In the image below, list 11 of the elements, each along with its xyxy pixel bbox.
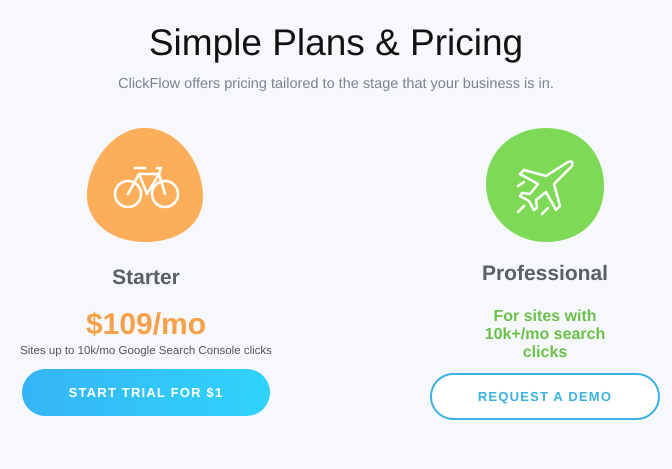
airplane-icon: [516, 160, 574, 216]
plan-description: Sites up to 10k/mo Google Search Console clicks: [20, 345, 272, 357]
page-subtitle: ClickFlow offers pricing tailored to the stage that your business is in.: [118, 76, 554, 92]
plan-name: Starter: [112, 266, 180, 290]
plan-button[interactable]: START TRIAL FOR $1: [22, 369, 270, 416]
page-title: Simple Plans & Pricing: [148, 22, 524, 64]
plan-price: $109/mo: [86, 308, 206, 341]
plan-note: For sites with 10k+/mo search clicks: [484, 308, 606, 362]
plan-name: Professional: [482, 262, 608, 286]
bicycle-icon: [114, 166, 180, 208]
plan-button[interactable]: REQUEST A DEMO: [430, 373, 660, 420]
